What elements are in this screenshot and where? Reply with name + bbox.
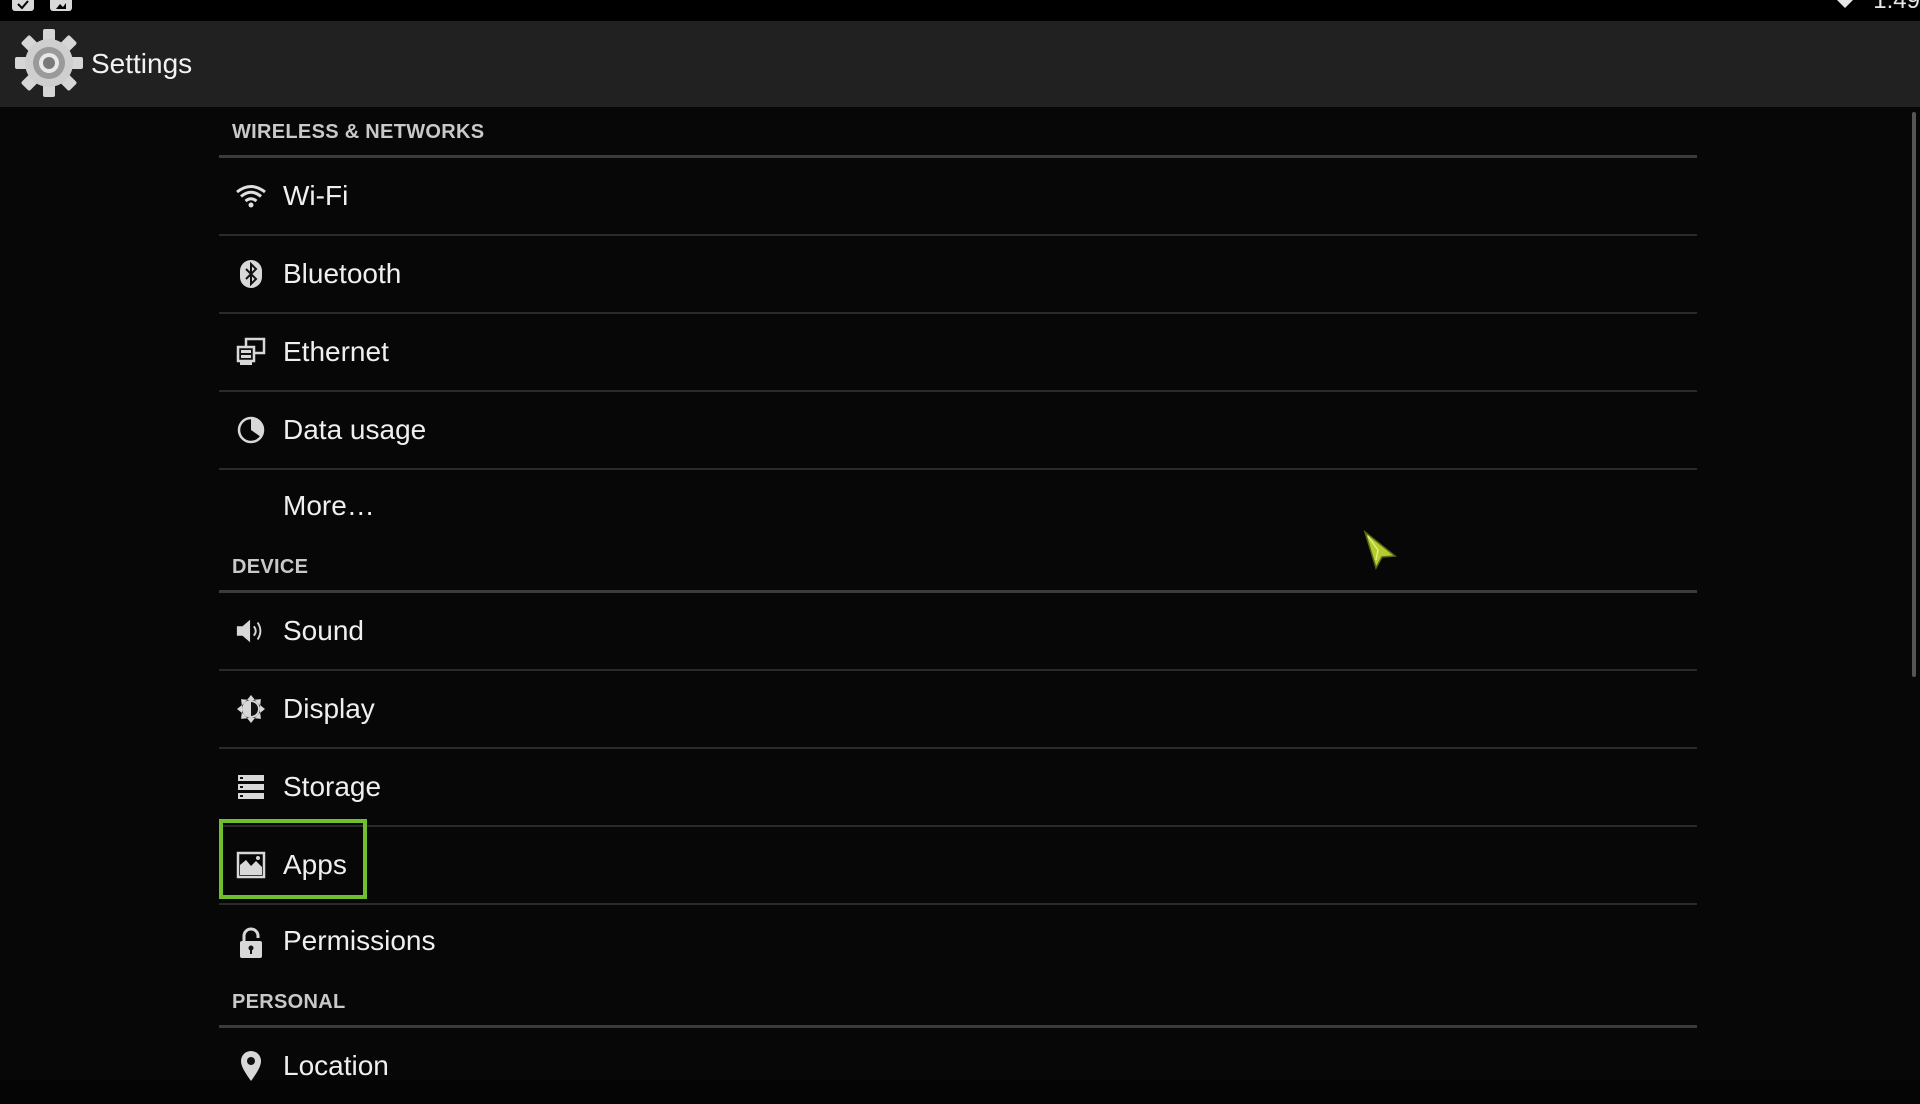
settings-item-label: More… [283, 490, 375, 521]
settings-item-label: Bluetooth [283, 258, 402, 289]
lock-icon [235, 927, 267, 959]
settings-item-ethernet[interactable]: Ethernet [219, 314, 1697, 392]
gear-icon[interactable] [15, 27, 83, 99]
section-header-label: WIRELESS & NETWORKS [232, 121, 485, 143]
section-header-label: DEVICE [232, 556, 309, 578]
settings-item-label: Permissions [283, 925, 436, 956]
settings-item-label: Location [283, 1050, 389, 1081]
section-header-wireless: WIRELESS & NETWORKS [219, 107, 1697, 158]
settings-item-data-usage[interactable]: Data usage [219, 392, 1697, 470]
mouse-cursor-icon [1363, 530, 1397, 570]
storage-icon [235, 771, 267, 803]
settings-item-apps[interactable]: Apps [219, 827, 1697, 905]
scrollbar[interactable] [1912, 112, 1916, 677]
checkmark-notification-icon [12, 0, 34, 11]
settings-item-bluetooth[interactable]: Bluetooth [219, 236, 1697, 314]
settings-item-location[interactable]: Location [219, 1028, 1697, 1104]
wifi-icon [235, 180, 267, 212]
settings-item-sound[interactable]: Sound [219, 593, 1697, 671]
location-pin-icon [235, 1050, 267, 1082]
status-time: 1:49 [1873, 0, 1920, 14]
settings-item-storage[interactable]: Storage [219, 749, 1697, 827]
settings-item-wifi[interactable]: Wi-Fi [219, 158, 1697, 236]
settings-list-container: WIRELESS & NETWORKS Wi-Fi Bluetooth Ethe… [0, 107, 1920, 1081]
action-bar: Settings [0, 21, 1920, 107]
settings-item-permissions[interactable]: Permissions [219, 905, 1697, 977]
settings-item-label: Sound [283, 615, 364, 646]
notification-icons [12, 0, 72, 12]
section-header-device: DEVICE [219, 542, 1697, 593]
settings-item-label: Ethernet [283, 336, 389, 367]
focus-highlight [219, 819, 367, 899]
data-usage-icon [235, 414, 267, 446]
section-header-personal: PERSONAL [219, 977, 1697, 1028]
settings-item-label: Storage [283, 771, 382, 802]
wifi-status-icon [1837, 0, 1853, 8]
status-bar: 1:49 [0, 0, 1920, 21]
settings-item-display[interactable]: Display [219, 671, 1697, 749]
section-header-label: PERSONAL [232, 991, 346, 1013]
settings-item-label: Display [283, 693, 375, 724]
ethernet-icon [235, 336, 267, 368]
bluetooth-icon [235, 258, 267, 290]
page-title: Settings [91, 48, 193, 79]
brightness-icon [235, 693, 267, 725]
settings-item-more[interactable]: More… [219, 470, 1697, 542]
settings-item-label: Data usage [283, 414, 427, 445]
settings-item-label: Wi-Fi [283, 180, 349, 211]
speaker-icon [235, 615, 267, 647]
image-notification-icon [50, 0, 72, 11]
